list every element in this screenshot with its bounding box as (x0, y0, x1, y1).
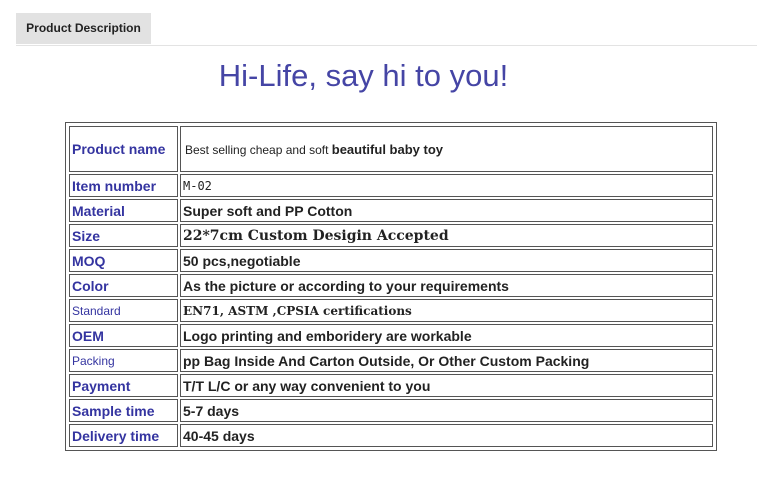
row-key: MOQ (69, 249, 178, 272)
table-row: MOQ 50 pcs,negotiable (69, 249, 713, 272)
row-key: Standard (69, 299, 178, 322)
row-value-plain: Best selling cheap and soft (185, 142, 332, 157)
row-key: Packing (69, 349, 178, 372)
table-row: Sample time 5-7 days (69, 399, 713, 422)
row-value: EN71, ASTM ,CPSIA certifications (180, 299, 713, 322)
row-value: Best selling cheap and soft beautiful ba… (180, 126, 713, 172)
tab-product-description[interactable]: Product Description (16, 13, 151, 44)
table-row: Standard EN71, ASTM ,CPSIA certification… (69, 299, 713, 322)
table-row: Size 22*7cm Custom Desigin Accepted (69, 224, 713, 247)
table-row: Payment T/T L/C or any way convenient to… (69, 374, 713, 397)
table-row: Delivery time 40-45 days (69, 424, 713, 447)
row-key: Delivery time (69, 424, 178, 447)
table-row: Item number M-02 (69, 174, 713, 197)
row-key: Product name (69, 126, 178, 172)
row-value: pp Bag Inside And Carton Outside, Or Oth… (180, 349, 713, 372)
row-value: Logo printing and emboridery are workabl… (180, 324, 713, 347)
table-row: Color As the picture or according to you… (69, 274, 713, 297)
table-row: Product name Best selling cheap and soft… (69, 126, 713, 172)
tab-bar: Product Description (16, 13, 757, 46)
row-value: 40-45 days (180, 424, 713, 447)
row-value: 22*7cm Custom Desigin Accepted (180, 224, 713, 247)
row-key: Color (69, 274, 178, 297)
row-key: Material (69, 199, 178, 222)
row-value-bold: beautiful baby toy (331, 141, 443, 157)
spec-table: Product name Best selling cheap and soft… (65, 122, 717, 451)
row-value: M-02 (180, 174, 713, 197)
page-headline: Hi-Life, say hi to you! (218, 58, 509, 93)
table-row: Packing pp Bag Inside And Carton Outside… (69, 349, 713, 372)
row-value: As the picture or according to your requ… (180, 274, 713, 297)
row-key: OEM (69, 324, 178, 347)
row-value: 5-7 days (180, 399, 713, 422)
row-value: T/T L/C or any way convenient to you (180, 374, 713, 397)
row-key: Size (69, 224, 178, 247)
table-row: Material Super soft and PP Cotton (69, 199, 713, 222)
row-key: Sample time (69, 399, 178, 422)
row-key: Payment (69, 374, 178, 397)
table-row: OEM Logo printing and emboridery are wor… (69, 324, 713, 347)
row-key: Item number (69, 174, 178, 197)
row-value: 50 pcs,negotiable (180, 249, 713, 272)
row-value: Super soft and PP Cotton (180, 199, 713, 222)
